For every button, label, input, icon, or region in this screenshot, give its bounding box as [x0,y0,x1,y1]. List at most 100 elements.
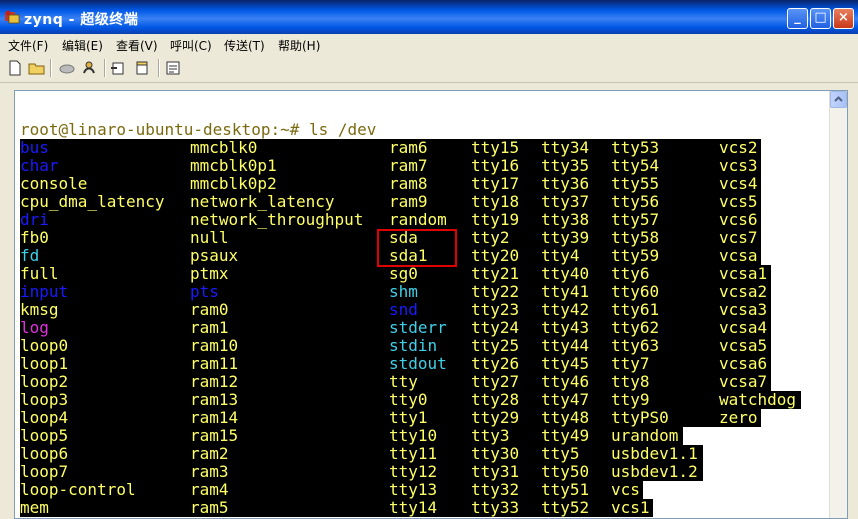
dev-entry-tty12: tty12 [389,462,438,481]
dev-entry-loop7: loop7 [20,462,69,481]
dev-entry-ptmx: ptmx [190,264,229,283]
open-icon[interactable] [28,59,46,77]
dev-entry-ram6: ram6 [389,138,428,157]
dev-entry-tty16: tty16 [471,156,520,175]
dev-entry-loop2: loop2 [20,372,69,391]
dev-entry-fb0: fb0 [20,228,49,247]
vertical-scrollbar[interactable] [829,91,847,518]
send-icon[interactable] [110,59,128,77]
dev-entry-log: log [20,318,49,337]
minimize-button[interactable]: _ [787,8,808,29]
receive-icon[interactable] [133,59,151,77]
new-icon[interactable] [6,59,24,77]
terminal-window: root@linaro-ubuntu-desktop:~# ls /dev bu… [14,90,848,519]
dev-entry-input: input [20,282,69,301]
dev-entry-tty4: tty4 [541,246,580,265]
dev-entry-ram0: ram0 [190,300,229,319]
dev-entry-tty58: tty58 [611,228,660,247]
dev-entry-tty45: tty45 [541,354,590,373]
dev-entry-dri: dri [20,210,49,229]
dev-entry-network_latency: network_latency [190,192,335,211]
dev-entry-shm: shm [389,282,418,301]
dev-entry-tty9: tty9 [611,390,650,409]
dev-entry-tty2: tty2 [471,228,510,247]
dev-entry-tty48: tty48 [541,408,590,427]
dev-entry-tty19: tty19 [471,210,520,229]
menu-file[interactable]: 文件(F) [8,37,48,54]
dev-entry-random: random [389,210,447,229]
menu-view[interactable]: 查看(V) [116,37,158,54]
dev-entry-tty44: tty44 [541,336,590,355]
dev-entry-ram10: ram10 [190,336,239,355]
dev-entry-ram8: ram8 [389,174,428,193]
dev-entry-tty43: tty43 [541,318,590,337]
dev-entry-stdout: stdout [389,354,447,373]
dev-entry-loop4: loop4 [20,408,69,427]
dev-entry-vcs6: vcs6 [719,210,758,229]
highlight-box [377,229,457,267]
dev-entry-tty22: tty22 [471,282,520,301]
dev-entry-tty37: tty37 [541,192,590,211]
dev-entry-tty54: tty54 [611,156,660,175]
dev-entry-tty0: tty0 [389,390,428,409]
dev-entry-pts: pts [190,282,219,301]
terminal-output[interactable]: root@linaro-ubuntu-desktop:~# ls /dev bu… [15,91,830,518]
dev-entry-tty32: tty32 [471,480,520,499]
dev-entry-vcsa: vcsa [719,246,758,265]
maximize-button[interactable]: □ [810,8,831,29]
dev-entry-tty21: tty21 [471,264,520,283]
dev-entry-tty31: tty31 [471,462,520,481]
dev-entry-loop3: loop3 [20,390,69,409]
dev-entry-loop6: loop6 [20,444,69,463]
window-title: zynq - 超级终端 [24,12,139,28]
close-button[interactable]: × [833,8,854,29]
menu-transfer[interactable]: 传送(T) [224,37,265,54]
dev-entry-vcs: vcs [611,480,640,499]
toolbar-separator [104,59,106,77]
dev-entry-tty40: tty40 [541,264,590,283]
dev-entry-ram1: ram1 [190,318,229,337]
dev-entry-fd: fd [20,246,40,265]
dev-entry-vcs7: vcs7 [719,228,758,247]
scroll-up-button[interactable] [830,91,847,108]
dev-entry-stdin: stdin [389,336,438,355]
dev-entry-tty30: tty30 [471,444,520,463]
disconnect-icon[interactable] [58,59,76,77]
dev-entry-tty1: tty1 [389,408,428,427]
menu-call[interactable]: 呼叫(C) [170,37,212,54]
dev-entry-sg0: sg0 [389,264,418,283]
dev-entry-loop-control: loop-control [20,480,136,499]
dev-entry-tty: tty [389,372,418,391]
dev-entry-tty52: tty52 [541,498,590,517]
dev-entry-tty47: tty47 [541,390,590,409]
dev-entry-tty23: tty23 [471,300,520,319]
dev-entry-zero: zero [719,408,758,427]
properties-icon[interactable] [164,59,182,77]
call-icon[interactable] [80,59,98,77]
dev-entry-vcsa3: vcsa3 [719,300,768,319]
dev-entry-ram3: ram3 [190,462,229,481]
dev-entry-tty24: tty24 [471,318,520,337]
dev-entry-char: char [20,156,59,175]
menu-bar: 文件(F) 编辑(E) 查看(V) 呼叫(C) 传送(T) 帮助(H) [0,34,858,54]
chevron-up-icon [834,96,843,102]
dev-entry-tty59: tty59 [611,246,660,265]
dev-entry-watchdog: watchdog [719,390,797,409]
menu-help[interactable]: 帮助(H) [278,37,320,54]
dev-entry-urandom: urandom [611,426,679,445]
dev-entry-vcsa4: vcsa4 [719,318,768,337]
dev-entry-snd: snd [389,300,418,319]
dev-entry-tty51: tty51 [541,480,590,499]
dev-entry-ram11: ram11 [190,354,239,373]
dev-entry-vcs4: vcs4 [719,174,758,193]
menu-edit[interactable]: 编辑(E) [62,37,103,54]
dev-entry-ram14: ram14 [190,408,239,427]
dev-entry-tty10: tty10 [389,426,438,445]
dev-entry-mmcblk0: mmcblk0 [190,138,258,157]
dev-entry-ram2: ram2 [190,444,229,463]
dev-entry-tty42: tty42 [541,300,590,319]
dev-entry-ram9: ram9 [389,192,428,211]
dev-entry-vcsa1: vcsa1 [719,264,768,283]
dev-entry-network_throughput: network_throughput [190,210,364,229]
dev-entry-tty26: tty26 [471,354,520,373]
